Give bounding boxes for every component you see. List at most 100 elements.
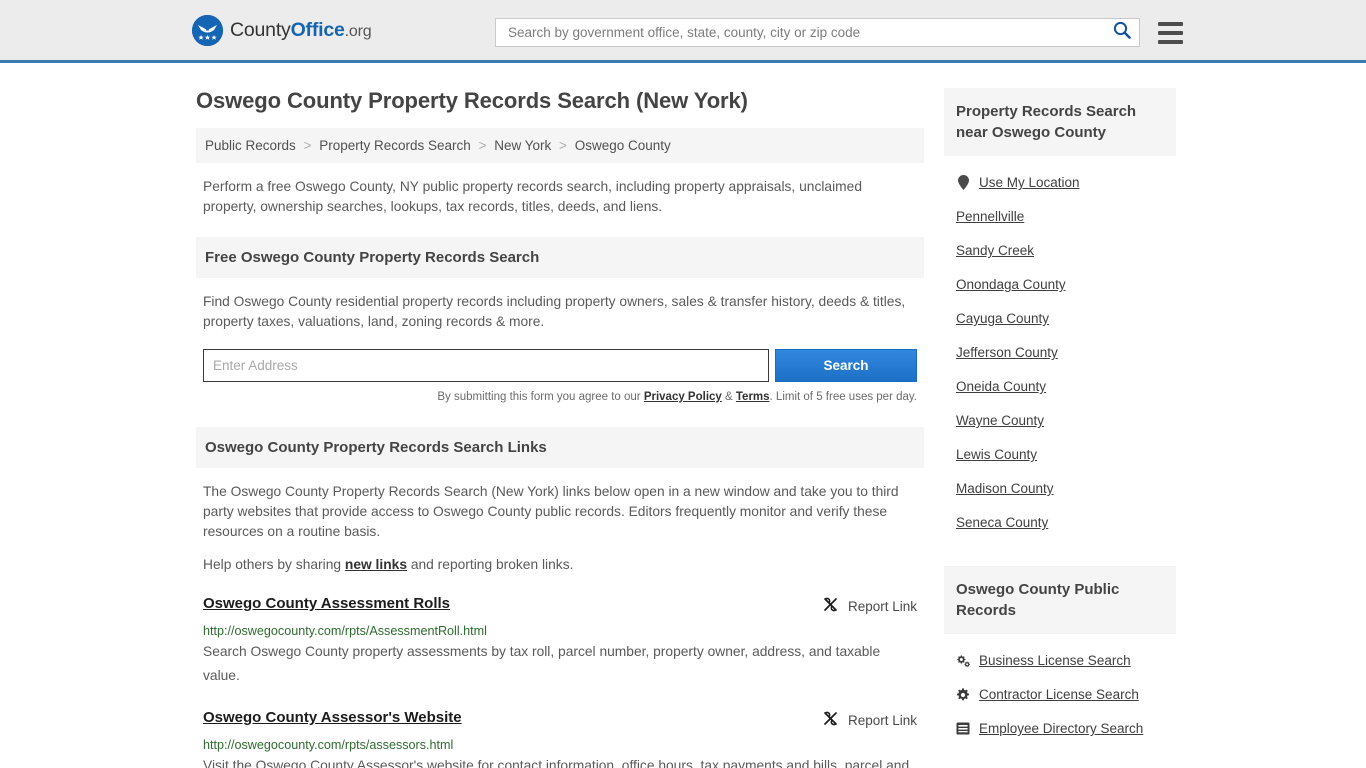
sidebar-item-jefferson-county[interactable]: Jefferson County [956, 345, 1176, 360]
global-search-box[interactable] [495, 18, 1140, 47]
breadcrumb: Public Records > Property Records Search… [196, 128, 924, 163]
sidebar-item-label: Oneida County [956, 379, 1046, 394]
map-pin-icon [956, 175, 970, 190]
broken-link-icon [822, 710, 839, 730]
breadcrumb-separator: > [479, 138, 487, 153]
sidebar-item-label: Seneca County [956, 515, 1048, 530]
terms-disclaimer: By submitting this form you agree to our… [196, 391, 917, 403]
sidebar-item-label: Pennellville [956, 209, 1024, 224]
sidebar-item-label: Employee Directory Search [979, 721, 1143, 736]
privacy-policy-link[interactable]: Privacy Policy [644, 391, 722, 403]
header-search-area [495, 18, 1183, 47]
hamburger-menu-icon[interactable] [1158, 22, 1183, 44]
links-section-body: The Oswego County Property Records Searc… [196, 468, 924, 575]
terms-suffix: . Limit of 5 free uses per day. [770, 391, 917, 403]
result-title-link[interactable]: Oswego County Assessment Rolls [203, 595, 450, 612]
report-link-button[interactable]: Report Link [822, 709, 917, 730]
breadcrumb-item-new-york[interactable]: New York [494, 138, 551, 153]
eagle-shield-logo-icon [192, 15, 223, 46]
breadcrumb-item-property-records-search[interactable]: Property Records Search [319, 138, 471, 153]
free-search-body: Find Oswego County residential property … [196, 278, 924, 332]
share-suffix: and reporting broken links. [407, 557, 573, 572]
sidebar-item-label: Contractor License Search [979, 687, 1139, 702]
terms-amp: & [722, 391, 736, 403]
sidebar-item-label: Sandy Creek [956, 243, 1034, 258]
sidebar-nearby-heading: Property Records Search near Oswego Coun… [944, 88, 1176, 156]
main-column: Oswego County Property Records Search (N… [196, 63, 924, 768]
address-book-icon [956, 722, 970, 735]
sidebar-item-employee-directory-search[interactable]: Employee Directory Search [956, 721, 1176, 736]
sidebar: Property Records Search near Oswego Coun… [944, 63, 1176, 736]
breadcrumb-separator: > [559, 138, 567, 153]
sidebar-item-label: Use My Location [979, 175, 1080, 190]
logo-text-org: .org [345, 23, 372, 40]
sidebar-item-cayuga-county[interactable]: Cayuga County [956, 311, 1176, 326]
site-header: CountyOffice.org [0, 0, 1366, 63]
site-logo-text: CountyOffice.org [230, 19, 371, 42]
global-search-input[interactable] [506, 24, 1113, 41]
result-item: Oswego County Assessor's Website Report … [196, 709, 924, 768]
sidebar-item-business-license-search[interactable]: Business License Search [956, 653, 1176, 668]
sidebar-public-records-heading: Oswego County Public Records [944, 566, 1176, 634]
result-item: Oswego County Assessment Rolls Report Li… [196, 595, 924, 688]
sidebar-item-lewis-county[interactable]: Lewis County [956, 447, 1176, 462]
search-icon[interactable] [1113, 21, 1131, 44]
free-search-heading: Free Oswego County Property Records Sear… [196, 237, 924, 278]
sidebar-item-onondaga-county[interactable]: Onondaga County [956, 277, 1176, 292]
sidebar-item-use-my-location[interactable]: Use My Location [956, 175, 1176, 190]
report-link-button[interactable]: Report Link [822, 595, 917, 616]
breadcrumb-separator: > [304, 138, 312, 153]
intro-paragraph: Perform a free Oswego County, NY public … [196, 163, 924, 217]
sidebar-item-label: Business License Search [979, 653, 1131, 668]
report-link-label: Report Link [848, 713, 917, 728]
logo-text-office: Office [291, 19, 345, 41]
result-title-link[interactable]: Oswego County Assessor's Website [203, 709, 462, 726]
result-header-row: Oswego County Assessment Rolls Report Li… [203, 595, 917, 616]
page-title: Oswego County Property Records Search (N… [196, 88, 924, 114]
result-description: Visit the Oswego County Assessor's websi… [203, 754, 917, 768]
sidebar-item-label: Cayuga County [956, 311, 1049, 326]
links-section-paragraph: The Oswego County Property Records Searc… [203, 482, 917, 542]
result-url: http://oswegocounty.com/rpts/assessors.h… [203, 738, 917, 752]
hamburger-bar [1158, 40, 1183, 44]
result-description: Search Oswego County property assessment… [203, 640, 917, 688]
sidebar-public-records-list: Business License Search Contractor Licen… [944, 634, 1176, 736]
sidebar-item-madison-county[interactable]: Madison County [956, 481, 1176, 496]
free-search-description: Find Oswego County residential property … [203, 292, 917, 332]
sidebar-item-pennellville[interactable]: Pennellville [956, 209, 1176, 224]
address-input[interactable] [203, 349, 769, 382]
gear-icon [956, 688, 970, 702]
result-header-row: Oswego County Assessor's Website Report … [203, 709, 917, 730]
result-url: http://oswegocounty.com/rpts/AssessmentR… [203, 624, 917, 638]
sidebar-item-wayne-county[interactable]: Wayne County [956, 413, 1176, 428]
sidebar-item-contractor-license-search[interactable]: Contractor License Search [956, 687, 1176, 702]
terms-prefix: By submitting this form you agree to our [437, 391, 643, 403]
new-links-link[interactable]: new links [345, 557, 407, 572]
sidebar-item-sandy-creek[interactable]: Sandy Creek [956, 243, 1176, 258]
hamburger-bar [1158, 22, 1183, 26]
address-search-form: Search [196, 349, 917, 382]
share-links-paragraph: Help others by sharing new links and rep… [203, 555, 917, 575]
links-section-heading: Oswego County Property Records Search Li… [196, 427, 924, 468]
cogs-icon [956, 654, 970, 668]
sidebar-item-label: Onondaga County [956, 277, 1066, 292]
broken-link-icon [822, 596, 839, 616]
sidebar-item-label: Jefferson County [956, 345, 1058, 360]
logo-text-county: County [230, 19, 291, 41]
sidebar-nearby-list: Use My Location Pennellville Sandy Creek… [944, 156, 1176, 530]
terms-link[interactable]: Terms [736, 391, 770, 403]
share-prefix: Help others by sharing [203, 557, 345, 572]
breadcrumb-item-public-records[interactable]: Public Records [205, 138, 296, 153]
hamburger-bar [1158, 31, 1183, 35]
sidebar-item-label: Lewis County [956, 447, 1037, 462]
sidebar-item-seneca-county[interactable]: Seneca County [956, 515, 1176, 530]
page-body: Oswego County Property Records Search (N… [0, 63, 1366, 768]
sidebar-item-label: Wayne County [956, 413, 1044, 428]
breadcrumb-item-oswego-county[interactable]: Oswego County [575, 138, 671, 153]
report-link-label: Report Link [848, 599, 917, 614]
content-container: Oswego County Property Records Search (N… [188, 63, 1178, 768]
address-search-button[interactable]: Search [775, 349, 917, 382]
sidebar-item-oneida-county[interactable]: Oneida County [956, 379, 1176, 394]
sidebar-item-label: Madison County [956, 481, 1054, 496]
site-logo[interactable]: CountyOffice.org [192, 15, 371, 46]
